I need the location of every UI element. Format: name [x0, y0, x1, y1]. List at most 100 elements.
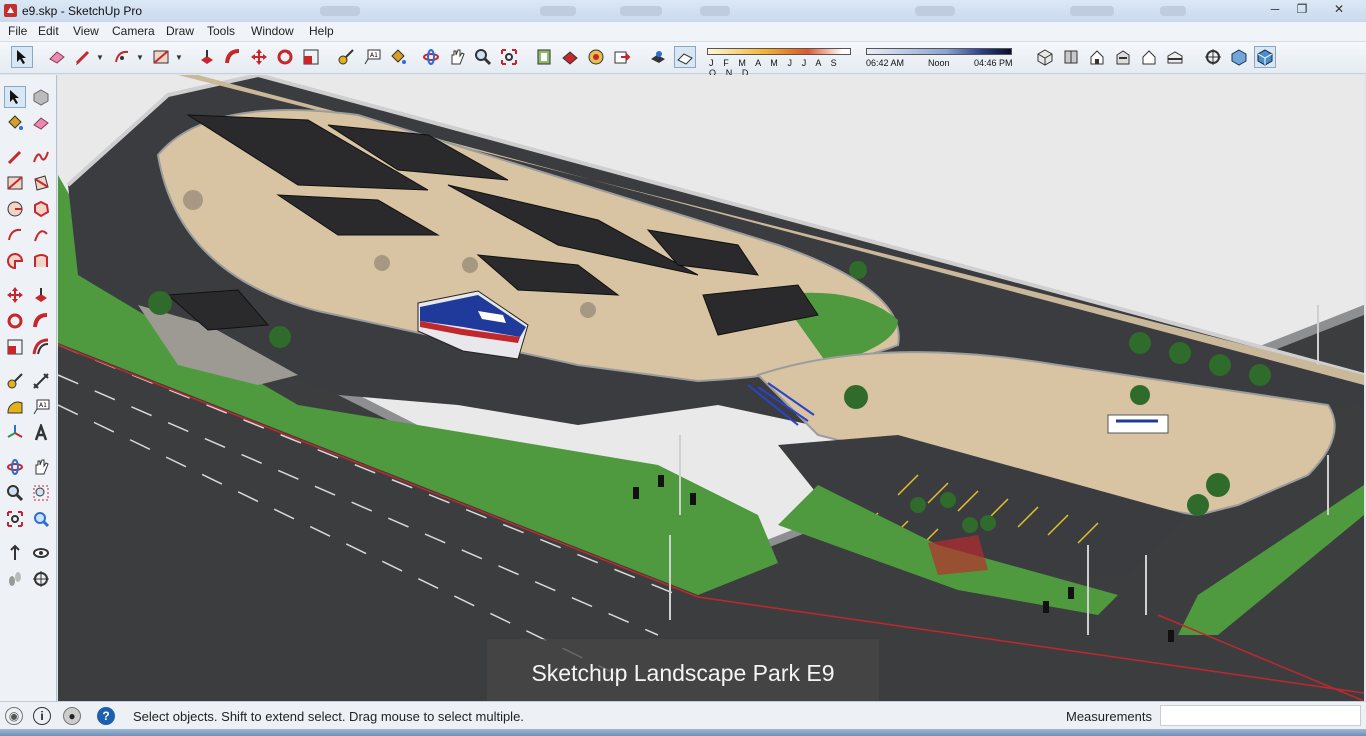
- arc-dropdown-arrow[interactable]: ▼: [136, 47, 144, 69]
- shaded-with-textures-icon[interactable]: [1254, 46, 1276, 68]
- axes-icon[interactable]: [4, 422, 26, 444]
- landscape-park-scene: [58, 75, 1364, 701]
- rotate-icon[interactable]: [274, 46, 296, 68]
- shadow-time-slider[interactable]: 06:42 AM Noon 04:46 PM: [864, 47, 1016, 69]
- orbit-icon[interactable]: [420, 46, 442, 68]
- menu-edit[interactable]: Edit: [38, 24, 59, 38]
- blurred-background-tab: [620, 6, 662, 16]
- components-icon[interactable]: [533, 46, 555, 68]
- front-view-icon[interactable]: [1086, 46, 1108, 68]
- menu-window[interactable]: Window: [251, 24, 294, 38]
- push-pull-icon[interactable]: [30, 284, 52, 306]
- sketchup-logo-icon: [4, 4, 17, 17]
- 3d-text-icon[interactable]: [30, 422, 52, 444]
- shadows-icon[interactable]: [647, 46, 669, 68]
- month-gradient-bar: [707, 48, 851, 55]
- text-icon[interactable]: A1: [361, 46, 383, 68]
- svg-text:A1: A1: [39, 402, 47, 409]
- fog-icon[interactable]: [674, 46, 696, 68]
- pan-icon[interactable]: [30, 456, 52, 478]
- two-point-arc-icon[interactable]: [30, 224, 52, 246]
- position-camera-icon[interactable]: [4, 542, 26, 564]
- arc-icon[interactable]: [4, 224, 26, 246]
- pan-icon[interactable]: [446, 46, 468, 68]
- window-title: e9.skp - SketchUp Pro: [22, 4, 143, 18]
- menu-file[interactable]: File: [8, 24, 27, 38]
- offset-icon[interactable]: [30, 336, 52, 358]
- follow-me-icon[interactable]: [30, 310, 52, 332]
- shadow-date-slider[interactable]: J F M A M J J A S O N D: [705, 47, 853, 78]
- make-component-icon[interactable]: [30, 86, 52, 108]
- scale-icon[interactable]: [300, 46, 322, 68]
- zoom-extents-icon[interactable]: [498, 46, 520, 68]
- zoom-icon[interactable]: [4, 482, 26, 504]
- measurements-input[interactable]: [1160, 705, 1361, 726]
- help-icon[interactable]: ?: [97, 707, 115, 725]
- rectangle-icon[interactable]: [4, 172, 26, 194]
- time-start-label: 06:42 AM: [866, 58, 905, 68]
- menu-draw[interactable]: Draw: [166, 24, 194, 38]
- right-view-icon[interactable]: [1112, 46, 1134, 68]
- position-camera-icon[interactable]: [1202, 46, 1224, 68]
- previous-view-icon[interactable]: [30, 508, 52, 530]
- follow-me-icon[interactable]: [222, 46, 244, 68]
- left-view-icon[interactable]: [1164, 46, 1186, 68]
- pencil-dropdown-arrow[interactable]: ▼: [96, 47, 104, 69]
- tape-measure-icon[interactable]: [335, 46, 357, 68]
- maximize-button[interactable]: ❐: [1289, 1, 1315, 19]
- geo-location-icon[interactable]: ◉: [5, 707, 23, 725]
- rectangle-icon[interactable]: [150, 46, 172, 68]
- push-pull-icon[interactable]: [196, 46, 218, 68]
- zoom-window-icon[interactable]: [30, 482, 52, 504]
- polygon-icon[interactable]: [30, 198, 52, 220]
- zoom-icon[interactable]: [472, 46, 494, 68]
- circle-icon[interactable]: [4, 198, 26, 220]
- menu-view[interactable]: View: [73, 24, 99, 38]
- scale-icon[interactable]: [4, 336, 26, 358]
- freehand-icon[interactable]: [30, 146, 52, 168]
- select-icon[interactable]: [11, 46, 33, 68]
- export-icon[interactable]: [611, 46, 633, 68]
- protractor-icon[interactable]: [4, 396, 26, 418]
- status-bar: ◉ i ● ? Select objects. Shift to extend …: [0, 701, 1366, 729]
- zoom-extents-icon[interactable]: [4, 508, 26, 530]
- top-view-icon[interactable]: [1060, 46, 1082, 68]
- menu-help[interactable]: Help: [309, 24, 334, 38]
- tape-measure-icon[interactable]: [4, 370, 26, 392]
- rotate-icon[interactable]: [4, 310, 26, 332]
- time-gradient-bar: [866, 48, 1012, 55]
- back-view-icon[interactable]: [1138, 46, 1160, 68]
- menu-tools[interactable]: Tools: [207, 24, 235, 38]
- iso-view-icon[interactable]: [1034, 46, 1056, 68]
- dimension-icon[interactable]: [30, 370, 52, 392]
- section-plane-icon[interactable]: [30, 568, 52, 590]
- look-around-icon[interactable]: [30, 542, 52, 564]
- eraser-icon[interactable]: [46, 46, 68, 68]
- eraser-icon[interactable]: [30, 112, 52, 134]
- text-icon[interactable]: A1: [30, 396, 52, 418]
- close-button[interactable]: ✕: [1326, 1, 1352, 19]
- pie-icon[interactable]: [4, 250, 26, 272]
- rotated-rectangle-icon[interactable]: [30, 172, 52, 194]
- blurred-background-tab: [1160, 6, 1186, 16]
- move-icon[interactable]: [4, 284, 26, 306]
- user-account-icon[interactable]: ●: [63, 707, 81, 725]
- menu-camera[interactable]: Camera: [112, 24, 155, 38]
- styles-icon[interactable]: [585, 46, 607, 68]
- credits-icon[interactable]: i: [33, 707, 51, 725]
- materials-icon[interactable]: [559, 46, 581, 68]
- paint-bucket-icon[interactable]: [387, 46, 409, 68]
- orbit-icon[interactable]: [4, 456, 26, 478]
- walk-icon[interactable]: [4, 568, 26, 590]
- three-point-arc-icon[interactable]: [30, 250, 52, 272]
- model-viewport[interactable]: Sketchup Landscape Park E9: [58, 75, 1364, 701]
- paint-bucket-icon[interactable]: [4, 112, 26, 134]
- xray-icon[interactable]: [1228, 46, 1250, 68]
- select-icon[interactable]: [4, 86, 26, 108]
- arc-icon[interactable]: [111, 46, 133, 68]
- move-icon[interactable]: [248, 46, 270, 68]
- minimize-button[interactable]: ─: [1262, 1, 1288, 19]
- pencil-icon[interactable]: [72, 46, 94, 68]
- line-icon[interactable]: [4, 146, 26, 168]
- rectangle-dropdown-arrow[interactable]: ▼: [175, 47, 183, 69]
